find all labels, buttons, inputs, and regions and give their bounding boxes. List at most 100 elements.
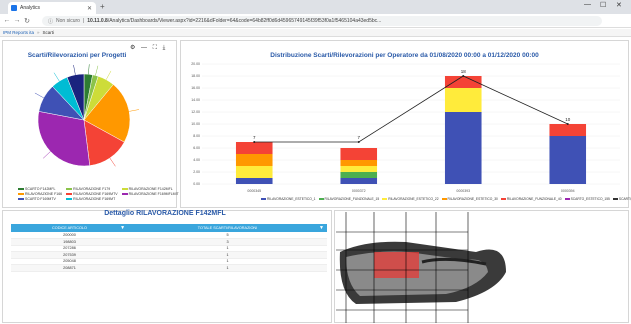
bar-segment[interactable] [340, 172, 378, 178]
breadcrumb-root[interactable]: IPM Reports ita [3, 30, 34, 35]
column-header-codice[interactable]: CODICE ARTICOLO ▼ [11, 224, 129, 232]
browser-tab-bar: Analytics ✕ + — ☐ ✕ [0, 0, 631, 14]
total-point[interactable] [462, 75, 465, 77]
url-field[interactable]: ⓘ Non sicuro | 10.11.0.8 /Analytics/Dash… [42, 16, 602, 26]
pie-label-line [95, 65, 99, 76]
y-tick-label: 8.00 [193, 134, 200, 138]
analytics-favicon-icon [11, 5, 17, 11]
legend-swatch [382, 198, 388, 200]
bar-segment[interactable] [235, 142, 273, 154]
bar-segment[interactable] [549, 124, 587, 136]
legend-swatch [318, 198, 324, 200]
url-path: /Analytics/Dashboards/Viewer.aspx?id=221… [107, 18, 382, 24]
reload-icon[interactable]: ↻ [22, 17, 32, 25]
maximize-button[interactable]: ☐ [600, 1, 606, 9]
legend-swatch [500, 198, 506, 200]
bar-segment[interactable] [340, 178, 378, 184]
pie-chart-title: Scarti/Rilevorazioni per Progetti [27, 52, 127, 59]
tab-close-icon[interactable]: ✕ [87, 5, 92, 12]
detail-table: CODICE ARTICOLO ▼ TOTALE SCARTI/RILAVORAZ… [11, 224, 327, 272]
pie-legend-item[interactable]: RILAVORAZIONE F142MFL [121, 187, 179, 191]
bar-chart: 0.00 2.00 4.00 6.00 8.00 10.00 12.00 14.00 16.00… [191, 62, 620, 193]
x-tick-label: 0000394 [561, 189, 575, 193]
bar-legend-item[interactable]: RILAVORAZIONE_ESTETICO_1 [267, 197, 316, 201]
browser-tab[interactable]: Analytics ✕ [8, 2, 96, 14]
bar-chart-title: Distribuzione Scarti/Rilevorazioni per O… [270, 52, 539, 59]
pie-label-line [73, 64, 76, 75]
total-point[interactable] [566, 123, 569, 125]
total-point[interactable] [357, 141, 360, 143]
close-window-button[interactable]: ✕ [616, 1, 622, 9]
chart-toolbar[interactable]: ⚙ — ⛶ ⤓ [130, 44, 167, 52]
y-tick-label: 20.00 [191, 62, 200, 66]
y-tick-label: 6.00 [193, 146, 200, 150]
legend-swatch [612, 198, 618, 200]
bar-legend-item[interactable]: RILAVORAZIONE_ESTETICO_22 [388, 197, 438, 201]
total-data-label: 18 [461, 69, 467, 74]
legend-swatch [564, 198, 570, 200]
breadcrumb-separator-icon: » [37, 30, 40, 35]
y-tick-label: 12.00 [191, 110, 200, 114]
pie-legend-item[interactable]: SCARTO F169MTV [18, 197, 62, 201]
bar-legend-item[interactable]: SCARTO_ESTETICO_155 [571, 197, 610, 201]
y-tick-label: 2.00 [193, 170, 200, 174]
bar-segment[interactable] [235, 154, 273, 166]
back-icon[interactable]: ← [2, 17, 12, 24]
new-tab-button[interactable]: + [100, 2, 105, 11]
pie-label-line [34, 92, 44, 99]
minimize-button[interactable]: — [584, 1, 591, 8]
pie-legend-item[interactable]: RILAVORAZIONE F169MFLMIT [121, 192, 179, 196]
breadcrumb: IPM Reports ita » Scarti [0, 29, 631, 37]
filter-icon[interactable]: ▼ [120, 225, 125, 231]
bar-legend-item[interactable]: RILAVORAZIONE_ESTETICO_30 [448, 197, 498, 201]
x-tick-label: 0000372 [352, 189, 366, 193]
y-tick-label: 18.00 [191, 74, 200, 78]
y-tick-label: 4.00 [193, 158, 200, 162]
y-tick-label: 0.00 [193, 182, 200, 186]
bar-legend: RILAVORAZIONE_ESTETICO_1 RILAVORAZIONE_FU… [258, 197, 631, 201]
pie-legend-item[interactable]: RILAVORAZIONE F179 [66, 187, 117, 191]
part-image [336, 212, 506, 323]
pie-legend-item[interactable]: RILAVORAZIONE F169MT [66, 197, 117, 201]
pie-label-line [43, 151, 51, 159]
bar-segment[interactable] [340, 166, 378, 172]
table-row[interactable]: 208871 1 [11, 264, 327, 272]
info-icon[interactable]: ⓘ [48, 18, 53, 25]
pie-chart [34, 64, 140, 167]
bar-legend-item[interactable]: RILAVORAZIONE_FUNZIONALE_40 [507, 197, 562, 201]
pie-legend-item[interactable]: SCARTO F142MFL [18, 187, 62, 191]
bar-legend-item[interactable]: RILAVORAZIONE_FUNZIONALE_15 [325, 197, 380, 201]
pie-legend-item[interactable]: RILAVORAZIONE F166 [18, 192, 62, 196]
total-data-label: 10 [565, 117, 571, 122]
column-header-totale[interactable]: TOTALE SCARTI/RILAVORAZIONI ▼ [128, 224, 327, 232]
bar-segment[interactable] [444, 112, 482, 184]
table-title: Dettaglio RILAVORAZIONE F142MFL [104, 210, 226, 217]
pie-legend-item[interactable]: RILAVORAZIONE F169MTV [66, 192, 118, 196]
breadcrumb-current: Scarti [42, 30, 55, 35]
legend-swatch [441, 198, 447, 200]
bar-segment[interactable] [444, 88, 482, 112]
cell-totale: 1 [128, 264, 327, 272]
security-status: Non sicuro [56, 18, 80, 24]
total-point[interactable] [253, 141, 256, 143]
filter-icon[interactable]: ▼ [319, 225, 324, 231]
total-line [254, 75, 568, 143]
bar-legend-item[interactable]: SCARTI_TOTALI [619, 197, 631, 201]
y-tick-label: 16.00 [191, 86, 200, 90]
bar-segment[interactable] [235, 178, 273, 184]
pie-label-line [53, 72, 60, 82]
bar-segment[interactable] [340, 160, 378, 166]
y-tick-label: 10.00 [191, 122, 200, 126]
y-tick-label: 14.00 [191, 98, 200, 102]
url-host: 10.11.0.8 [87, 18, 108, 24]
bar-segment[interactable] [549, 136, 587, 184]
pie-label-line [88, 64, 90, 75]
x-tick-label: 0000345 [247, 189, 261, 193]
bar-segment[interactable] [340, 148, 378, 160]
pie-label-line [129, 109, 140, 112]
forward-icon[interactable]: → [12, 17, 22, 24]
address-bar-row: ← → ↻ ⓘ Non sicuro | 10.11.0.8 /Analytic… [0, 14, 631, 38]
bar-segment[interactable] [235, 166, 273, 178]
x-tick-label: 0000393 [456, 189, 470, 193]
tab-title: Analytics [20, 5, 41, 11]
